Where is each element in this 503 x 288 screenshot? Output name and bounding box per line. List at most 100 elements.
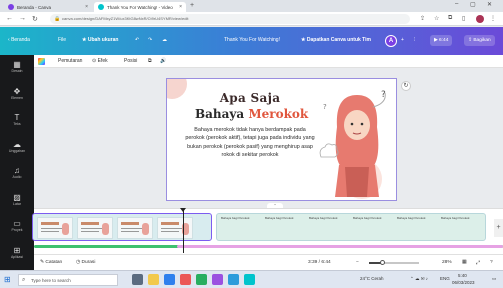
notifications-icon[interactable]: ▭: [492, 276, 496, 282]
url-input[interactable]: 🔒 canva.com/design/DAFMxyZ1W/ux3KtG8wNxR…: [50, 14, 410, 24]
crop-icon[interactable]: ⧉: [148, 58, 152, 64]
lock-icon: 🔒: [54, 16, 61, 22]
sidebar-item-text[interactable]: T Teks: [0, 113, 34, 126]
present-play-button[interactable]: ▶ 6:44: [430, 35, 453, 46]
effects-button[interactable]: ⊙ Efek: [92, 58, 108, 64]
editor-sidebar: ▦ Desain ✥ Elemen T Teks ☁ Unggahan ♫ Au…: [0, 55, 34, 270]
taskbar-search-input[interactable]: ⌕ Type here to search: [18, 274, 118, 286]
sidebar-item-label: Proyek: [11, 228, 23, 232]
slide-title-line2[interactable]: Bahaya Merokok: [195, 107, 308, 121]
user-avatar[interactable]: A: [385, 35, 397, 47]
reload-icon[interactable]: ↻: [32, 15, 38, 23]
system-tray-icons[interactable]: ⌃ ☁ ✉ ♪: [410, 276, 428, 282]
redo-icon[interactable]: ↷: [148, 37, 152, 43]
canva-favicon-icon: [8, 4, 14, 10]
zoom-out-icon[interactable]: −: [356, 260, 359, 265]
new-tab-icon[interactable]: +: [190, 2, 194, 9]
slide-body-text[interactable]: Bahaya merokok tidak hanya berdampak pad…: [185, 126, 315, 159]
sidebar-item-label: Desain: [11, 69, 23, 73]
timeline-clip[interactable]: [32, 213, 212, 241]
word-app-icon[interactable]: [228, 274, 239, 285]
canva-app-icon[interactable]: [244, 274, 255, 285]
refresh-icon[interactable]: ↻: [401, 81, 411, 91]
clip-title: Bahaya bagi Perokok: [397, 216, 426, 220]
resize-button[interactable]: ★ Ubah ukuran: [82, 37, 118, 43]
browser-tab-canva-home[interactable]: Beranda - Canva ×: [4, 2, 92, 12]
profile-avatar[interactable]: [476, 15, 484, 23]
fullscreen-icon[interactable]: ⤢: [476, 260, 480, 266]
app-icon[interactable]: [212, 274, 223, 285]
playhead[interactable]: [180, 208, 186, 253]
share-button[interactable]: ⇪ Bagikan: [464, 35, 495, 46]
task-view-icon[interactable]: [132, 274, 143, 285]
file-menu-button[interactable]: File: [58, 37, 66, 43]
share-page-icon[interactable]: ⇪: [420, 15, 425, 22]
slide-title-line1[interactable]: Apa Saja: [195, 91, 305, 105]
svg-text:?: ?: [323, 103, 327, 111]
sidebar-item-label: Aplikasi: [10, 255, 24, 259]
undo-icon[interactable]: ↶: [135, 37, 139, 43]
extensions-icon[interactable]: ⧉: [448, 15, 452, 22]
browser-tab-video[interactable]: Thank You For Watching! - Video ×: [94, 2, 186, 12]
back-home-button[interactable]: ‹ Beranda: [8, 37, 30, 43]
add-collaborator-icon[interactable]: +: [401, 37, 404, 43]
hijab-girl-illustration[interactable]: ? ?: [315, 87, 395, 197]
volume-icon[interactable]: 🔊: [160, 58, 166, 64]
upgrade-team-button[interactable]: ★ Dapatkan Canva untuk Tim: [301, 37, 371, 43]
document-title[interactable]: Thank You For Watching!: [224, 37, 280, 43]
add-page-icon[interactable]: +: [494, 219, 503, 237]
forward-icon[interactable]: →: [19, 15, 26, 22]
sidebar-item-background[interactable]: ▨ Latar: [0, 193, 34, 206]
bookmark-star-icon[interactable]: ☆: [434, 15, 439, 22]
weather-widget[interactable]: 24°C Cerah: [360, 276, 384, 281]
app-icon[interactable]: [196, 274, 207, 285]
canva-header: ‹ Beranda File ★ Ubah ukuran ↶ ↷ ☁ Thank…: [0, 27, 503, 55]
windows-taskbar: ⊞ ⌕ Type here to search 24°C Cerah ⌃ ☁ ✉…: [0, 270, 503, 288]
text-icon: T: [14, 113, 20, 122]
analytics-icon[interactable]: ⫶: [414, 37, 415, 43]
maximize-icon[interactable]: ▢: [470, 1, 476, 8]
help-icon[interactable]: ?: [490, 260, 493, 265]
url-text: canva.com/design/DAFMxyZ1W/ux3KtG8wNxR/C…: [62, 16, 189, 21]
sidebar-item-design[interactable]: ▦ Desain: [0, 60, 34, 73]
time-readout: 3:39 / 6:44: [308, 260, 331, 265]
sidebar-item-label: Audio: [12, 175, 22, 179]
elements-icon: ✥: [13, 87, 21, 96]
animate-button[interactable]: Pemutaran: [58, 58, 82, 64]
duration-button[interactable]: ◷ Durasi: [76, 260, 95, 265]
position-button[interactable]: Posisi: [124, 58, 137, 64]
clock-date[interactable]: 06/03/2023: [452, 280, 475, 285]
zoom-percent[interactable]: 28%: [442, 260, 452, 265]
zoom-slider[interactable]: [369, 260, 419, 265]
svg-text:?: ?: [381, 90, 386, 100]
sidebar-item-label: Teks: [13, 122, 21, 126]
minimize-icon[interactable]: –: [455, 1, 458, 7]
background-icon: ▨: [13, 193, 21, 202]
color-swatch-icon[interactable]: [38, 58, 45, 65]
close-tab-icon[interactable]: ×: [85, 4, 88, 10]
close-tab-icon[interactable]: ×: [179, 4, 182, 10]
sidebar-item-apps[interactable]: ⊞ Aplikasi: [0, 246, 34, 259]
close-window-icon[interactable]: ✕: [487, 1, 492, 8]
chrome-browser-icon[interactable]: [180, 274, 191, 285]
clip-title: Bahaya bagi Perokok: [441, 216, 470, 220]
sidebar-item-uploads[interactable]: ☁ Unggahan: [0, 140, 34, 153]
sidepanel-icon[interactable]: ▯: [462, 15, 465, 22]
windows-start-icon[interactable]: ⊞: [4, 275, 11, 284]
sidebar-item-elements[interactable]: ✥ Elemen: [0, 87, 34, 100]
notes-button[interactable]: ✎ Catatan: [40, 260, 62, 265]
menu-kebab-icon[interactable]: ⋮: [490, 15, 496, 22]
edge-browser-icon[interactable]: [164, 274, 175, 285]
language-indicator[interactable]: ENG: [440, 276, 450, 281]
back-icon[interactable]: ←: [6, 15, 13, 22]
clock-time[interactable]: 5:40: [458, 273, 467, 278]
audio-track-pink[interactable]: [177, 245, 503, 248]
clip-thumbnail: [77, 217, 113, 239]
sidebar-item-projects[interactable]: ▭ Proyek: [0, 219, 34, 232]
clip-title: Bahaya bagi Perokok: [265, 216, 294, 220]
slide-page[interactable]: Apa Saja Bahaya Merokok Bahaya merokok t…: [166, 78, 397, 201]
file-explorer-icon[interactable]: [148, 274, 159, 285]
timeline-clip[interactable]: Bahaya bagi Perokok Bahaya bagi Perokok …: [216, 213, 486, 241]
grid-view-icon[interactable]: ▦: [462, 260, 467, 265]
sidebar-item-audio[interactable]: ♫ Audio: [0, 166, 34, 179]
